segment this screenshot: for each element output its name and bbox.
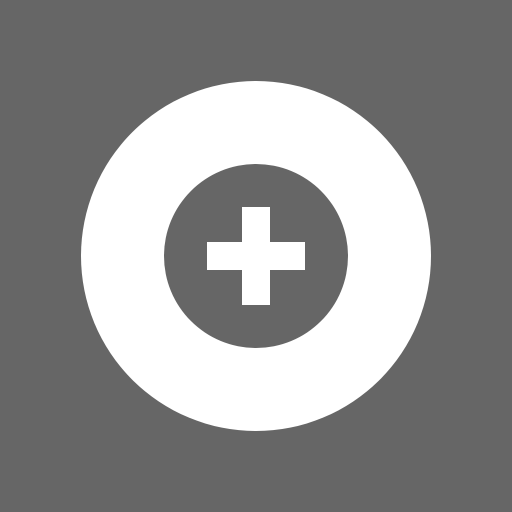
add-circle-icon[interactable] [0, 0, 512, 512]
app-icon-canvas [0, 0, 512, 512]
plus-horizontal-bar [207, 242, 305, 270]
